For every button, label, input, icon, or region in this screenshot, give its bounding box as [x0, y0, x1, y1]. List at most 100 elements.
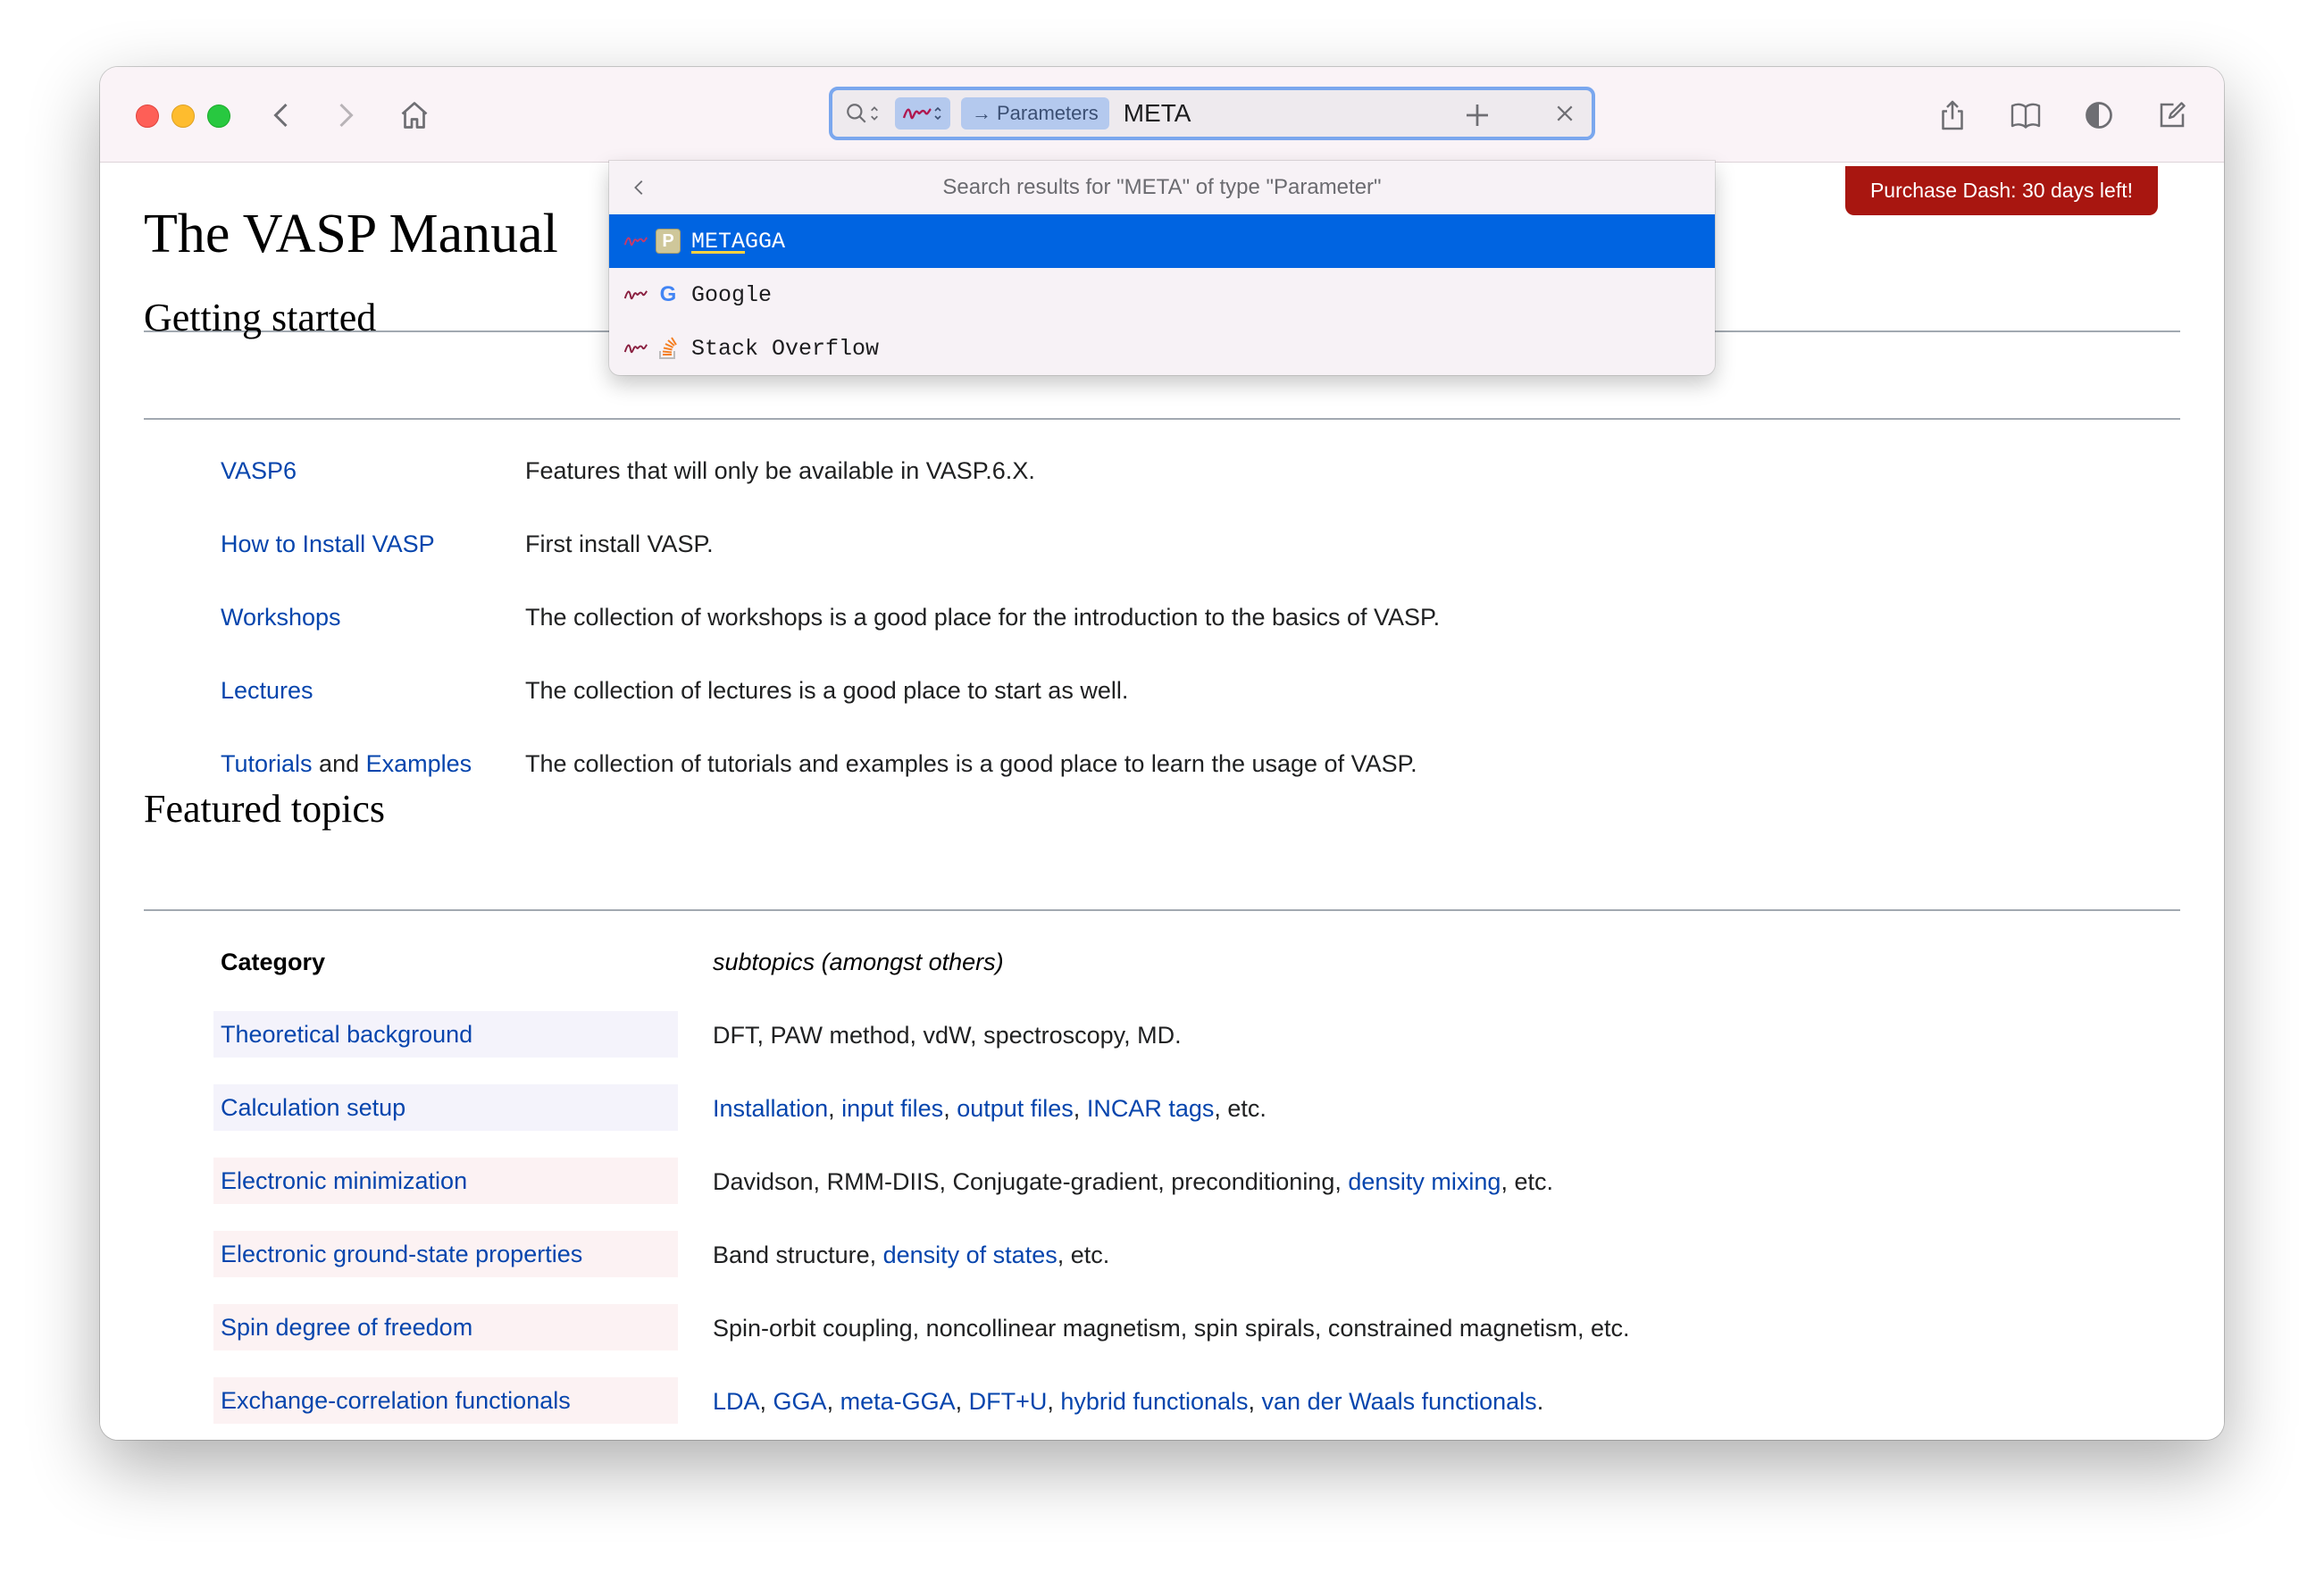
- subtopic-tail: etc.: [1227, 1095, 1266, 1122]
- section-divider: [144, 418, 2180, 420]
- subtopic-link[interactable]: hybrid functionals: [1060, 1388, 1248, 1415]
- subtopic-link[interactable]: output files: [957, 1095, 1074, 1122]
- minimize-window-button[interactable]: [171, 105, 195, 128]
- result-label: METAGGA: [691, 229, 785, 255]
- arrow-right-icon: →: [972, 102, 991, 124]
- subtopic-text: Davidson, RMM-DIIS, Conjugate-gradient, …: [713, 1168, 1342, 1195]
- link-examples[interactable]: Examples: [366, 750, 472, 777]
- link-tutorials[interactable]: Tutorials: [221, 750, 313, 777]
- subtopic-link[interactable]: DFT+U: [969, 1388, 1048, 1415]
- forward-button[interactable]: [323, 94, 366, 137]
- column-header-category: Category: [221, 949, 326, 975]
- subtopic-text: Band structure,: [713, 1242, 877, 1268]
- result-metagga[interactable]: P METAGGA: [609, 214, 1715, 268]
- search-scope-selector[interactable]: [845, 97, 890, 130]
- subtopic-link[interactable]: LDA: [713, 1388, 760, 1415]
- link-install-vasp[interactable]: How to Install VASP: [221, 531, 435, 558]
- new-tab-button[interactable]: [1456, 94, 1499, 137]
- edit-button[interactable]: [2151, 94, 2194, 137]
- google-icon: G: [656, 282, 681, 307]
- category-link[interactable]: Calculation setup: [221, 1094, 405, 1122]
- row-description: First install VASP.: [525, 531, 714, 557]
- subtopic-link[interactable]: Installation: [713, 1095, 828, 1122]
- category-link[interactable]: Exchange-correlation functionals: [221, 1387, 571, 1415]
- parameter-badge: P: [656, 229, 681, 254]
- label-rest: GGA: [745, 228, 786, 255]
- dash-docset-icon: [902, 108, 932, 120]
- result-label: Stack Overflow: [691, 335, 880, 362]
- category-cell: Calculation setup: [213, 1084, 678, 1131]
- subtopics-cell: Spin-orbit coupling, noncollinear magnet…: [713, 1315, 1630, 1342]
- category-cell: Spin degree of freedom: [213, 1304, 678, 1350]
- dash-docset-icon: [620, 335, 652, 362]
- plus-icon: [1467, 105, 1488, 126]
- chevron-left-icon: [634, 180, 643, 195]
- search-type-label: Parameters: [997, 102, 1099, 124]
- category-link[interactable]: Theoretical background: [221, 1021, 472, 1049]
- search-input[interactable]: [1121, 98, 1447, 129]
- subtopic-link[interactable]: density mixing: [1348, 1168, 1501, 1195]
- row-description: Features that will only be available in …: [525, 457, 1035, 484]
- row-description: The collection of lectures is a good pla…: [525, 677, 1129, 704]
- search-type-token[interactable]: → Parameters: [961, 97, 1109, 130]
- dropdown-back-button[interactable]: [623, 171, 656, 204]
- category-cell: Electronic ground-state properties: [213, 1231, 678, 1277]
- clear-search-button[interactable]: [1549, 97, 1581, 130]
- share-button[interactable]: [1931, 94, 1974, 137]
- book-icon: [2011, 103, 2041, 129]
- section-divider: [144, 909, 2180, 911]
- subtopic-tail: .: [1536, 1388, 1544, 1415]
- dash-docset-icon: [620, 281, 652, 308]
- share-icon: [1942, 100, 1963, 130]
- category-cell: Electronic minimization: [213, 1158, 678, 1204]
- close-icon: [1557, 105, 1573, 121]
- category-cell: Theoretical background: [213, 1011, 678, 1058]
- subtopic-link[interactable]: INCAR tags: [1087, 1095, 1215, 1122]
- contrast-icon: [2086, 102, 2112, 129]
- result-stack-overflow[interactable]: Stack Overflow: [609, 322, 1715, 375]
- parameter-icon: P: [656, 229, 681, 254]
- subtopics-cell: DFT, PAW method, vdW, spectroscopy, MD.: [713, 1022, 1182, 1049]
- column-header-subtopics: subtopics (amongst others): [713, 949, 1004, 975]
- subtopic-link[interactable]: density of states: [883, 1242, 1058, 1268]
- tutorials-examples-cell: Tutorials and Examples: [221, 750, 472, 778]
- result-label: Google: [691, 281, 773, 308]
- home-icon: [401, 102, 428, 129]
- category-link[interactable]: Electronic ground-state properties: [221, 1241, 582, 1268]
- stackoverflow-icon: [656, 336, 681, 361]
- subtopics-cell: LDA, GGA, meta-GGA, DFT+U, hybrid functi…: [713, 1388, 1544, 1415]
- subtopic-link[interactable]: meta-GGA: [840, 1388, 956, 1415]
- link-vasp6[interactable]: VASP6: [221, 457, 297, 485]
- link-lectures[interactable]: Lectures: [221, 677, 313, 705]
- docset-selector[interactable]: [895, 97, 950, 130]
- chevron-updown-icon: [934, 106, 941, 121]
- category-link[interactable]: Electronic minimization: [221, 1167, 467, 1195]
- close-window-button[interactable]: [136, 105, 159, 128]
- toolbar: → Parameters: [100, 67, 2224, 163]
- back-button[interactable]: [261, 94, 304, 137]
- appearance-button[interactable]: [2077, 94, 2120, 137]
- search-icon: [847, 104, 866, 123]
- search-results-dropdown: Search results for "META" of type "Param…: [609, 161, 1715, 375]
- link-workshops[interactable]: Workshops: [221, 604, 341, 631]
- chevron-left-icon: [273, 103, 288, 128]
- subtopic-link[interactable]: van der Waals functionals: [1262, 1388, 1537, 1415]
- category-cell: Exchange-correlation functionals: [213, 1377, 678, 1424]
- link-joiner: and: [319, 750, 360, 777]
- subtopic-link[interactable]: input files: [841, 1095, 943, 1122]
- purchase-button[interactable]: Purchase Dash: 30 days left!: [1844, 166, 2158, 215]
- chevron-updown-icon: [871, 106, 878, 121]
- bookmarks-button[interactable]: [2004, 94, 2047, 137]
- dash-docset-icon: [620, 228, 652, 255]
- page-title: The VASP Manual: [144, 204, 558, 264]
- subtopic-link[interactable]: GGA: [773, 1388, 827, 1415]
- dropdown-header-text: Search results for "META" of type "Param…: [942, 175, 1382, 199]
- section-heading-featured-topics: Featured topics: [144, 787, 386, 831]
- match-highlight: META: [691, 228, 746, 255]
- row-description: The collection of tutorials and examples…: [525, 750, 1417, 777]
- section-heading-getting-started: Getting started: [144, 296, 377, 339]
- home-button[interactable]: [393, 94, 436, 137]
- result-google[interactable]: G Google: [609, 268, 1715, 322]
- zoom-window-button[interactable]: [207, 105, 230, 128]
- category-link[interactable]: Spin degree of freedom: [221, 1314, 472, 1342]
